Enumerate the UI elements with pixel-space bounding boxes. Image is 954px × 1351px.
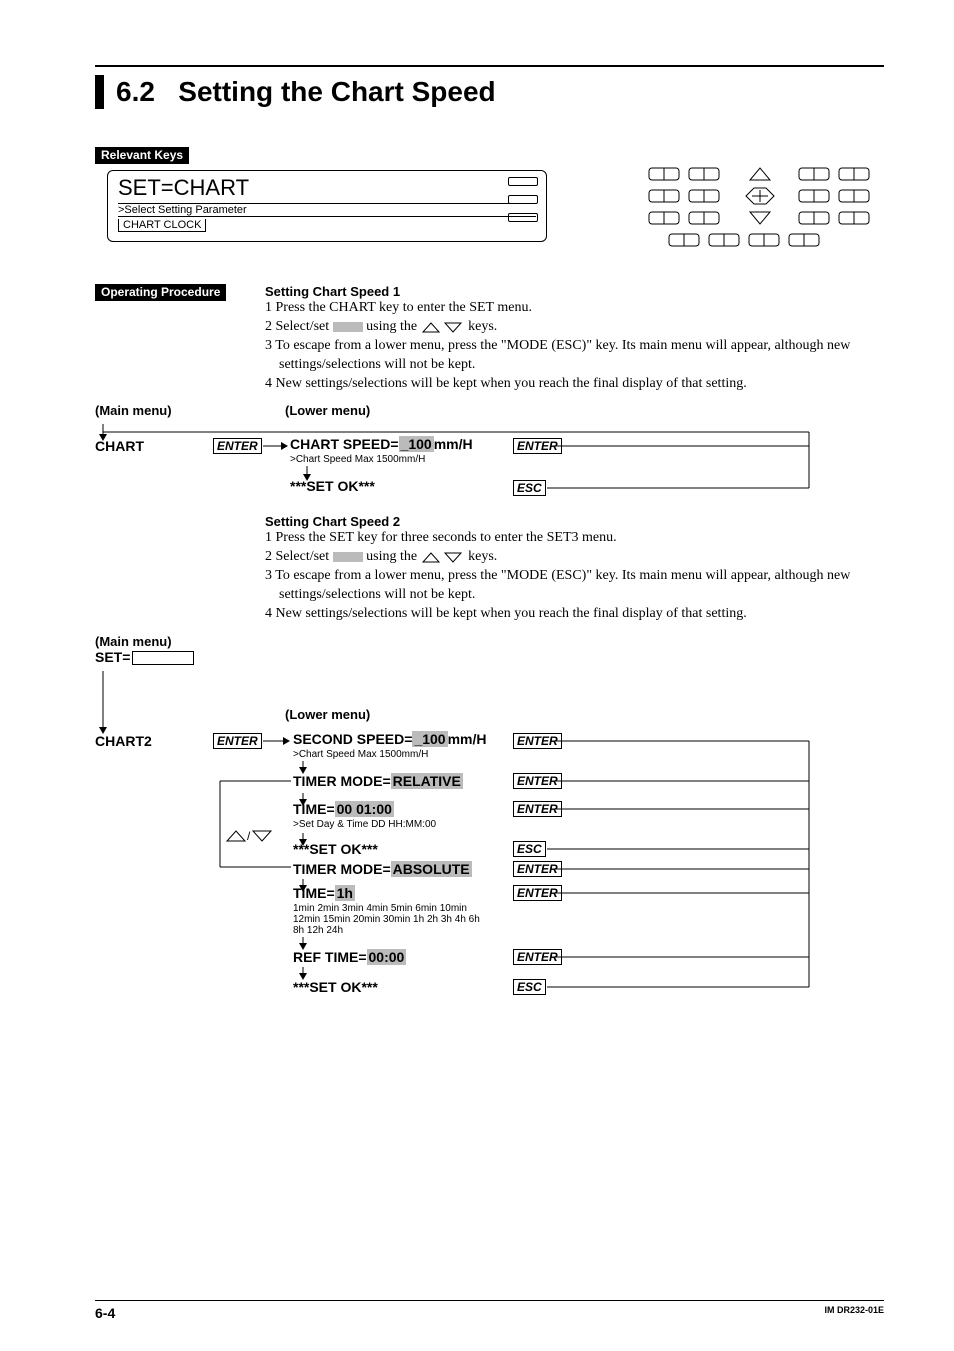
flow2-second-hint: >Chart Speed Max 1500mm/H	[293, 749, 487, 760]
proc1-step: 2 Select/set using the keys.	[265, 318, 884, 337]
flow2-set-eq: SET=	[95, 649, 884, 665]
keypad-illustration	[644, 162, 884, 262]
lcd-display: SET=CHART >Select Setting Parameter CHAR…	[107, 170, 547, 242]
flow2-setok2: ***SET OK***	[293, 979, 378, 995]
enter-key: ENTER	[513, 885, 562, 901]
lcd-side-button	[508, 195, 538, 204]
enter-key: ENTER	[513, 861, 562, 877]
proc2-step: 4 New settings/selections will be kept w…	[265, 605, 884, 624]
flow2-time-rel: TIME=00 01:00	[293, 801, 394, 817]
lower-menu-label: (Lower menu)	[285, 403, 370, 418]
enter-key: ENTER	[513, 801, 562, 817]
enter-key: ENTER	[213, 438, 262, 454]
proc1-title: Setting Chart Speed 1	[265, 284, 884, 299]
lcd-line1: SET=CHART	[118, 175, 536, 204]
flow2-setok1: ***SET OK***	[293, 841, 378, 857]
flow1-arrows	[95, 424, 885, 500]
flow2-second-speed: SECOND SPEED=_100mm/H	[293, 731, 487, 747]
main-menu-label: (Main menu)	[95, 403, 285, 418]
proc2-step: 2 Select/set using the keys.	[265, 548, 884, 567]
up-down-keys-icon	[421, 321, 465, 333]
lcd-side-button	[508, 177, 538, 186]
footer-doc: IM DR232-01E	[824, 1305, 884, 1321]
proc1-step: 1 Press the CHART key to enter the SET m…	[265, 299, 884, 318]
section-title: Setting the Chart Speed	[178, 76, 495, 107]
flow2-time2-hint: 12min 15min 20min 30min 1h 2h 3h 4h 6h	[293, 914, 480, 925]
esc-key: ESC	[513, 480, 546, 496]
lcd-side-button	[508, 213, 538, 222]
flow2-arrows	[95, 671, 885, 1011]
flow1-main-item: CHART	[95, 438, 144, 454]
shaded-placeholder-icon	[333, 322, 363, 332]
lower-menu-label: (Lower menu)	[285, 707, 370, 722]
flow2-ref-time: REF TIME=00:00	[293, 949, 406, 965]
flow1-setok: ***SET OK***	[290, 478, 375, 494]
enter-key: ENTER	[513, 733, 562, 749]
enter-key: ENTER	[513, 438, 562, 454]
esc-key: ESC	[513, 841, 546, 857]
flow2-time-abs: TIME=1h	[293, 885, 355, 901]
flow1-chart-speed: CHART SPEED=_100mm/H	[290, 436, 473, 452]
main-menu-label: (Main menu)	[95, 634, 884, 649]
enter-key: ENTER	[513, 773, 562, 789]
lcd-line2: >Select Setting Parameter	[118, 204, 536, 217]
lcd-line3: CHART CLOCK	[118, 219, 206, 232]
flow1-hint: >Chart Speed Max 1500mm/H	[290, 454, 473, 465]
flow2-timer-relative: TIMER MODE=RELATIVE	[293, 773, 463, 789]
up-down-keys-icon	[421, 551, 465, 563]
flow2-time-hint: >Set Day & Time DD HH:MM:00	[293, 819, 436, 830]
flow2-timer-absolute: TIMER MODE=ABSOLUTE	[293, 861, 472, 877]
relevant-keys-label: Relevant Keys	[95, 147, 189, 164]
flow2-time2-hint: 8h 12h 24h	[293, 925, 480, 936]
flow2-main-item: CHART2	[95, 733, 215, 749]
section-number: 6.2	[116, 76, 155, 107]
proc1-step: 4 New settings/selections will be kept w…	[265, 375, 884, 394]
proc2-step: 1 Press the SET key for three seconds to…	[265, 529, 884, 548]
page-title: 6.2 Setting the Chart Speed	[95, 75, 884, 109]
svg-text:/: /	[247, 829, 251, 843]
esc-key: ESC	[513, 979, 546, 995]
up-down-keys-icon: /	[225, 829, 275, 843]
proc2-title: Setting Chart Speed 2	[265, 514, 884, 529]
operating-procedure-label: Operating Procedure	[95, 284, 226, 301]
shaded-placeholder-icon	[333, 552, 363, 562]
enter-key: ENTER	[513, 949, 562, 965]
flow2-time2-hint: 1min 2min 3min 4min 5min 6min 10min	[293, 903, 480, 914]
enter-key: ENTER	[213, 733, 262, 749]
proc2-step: 3 To escape from a lower menu, press the…	[265, 567, 884, 605]
footer-page: 6-4	[95, 1305, 115, 1321]
proc1-step: 3 To escape from a lower menu, press the…	[265, 337, 884, 375]
